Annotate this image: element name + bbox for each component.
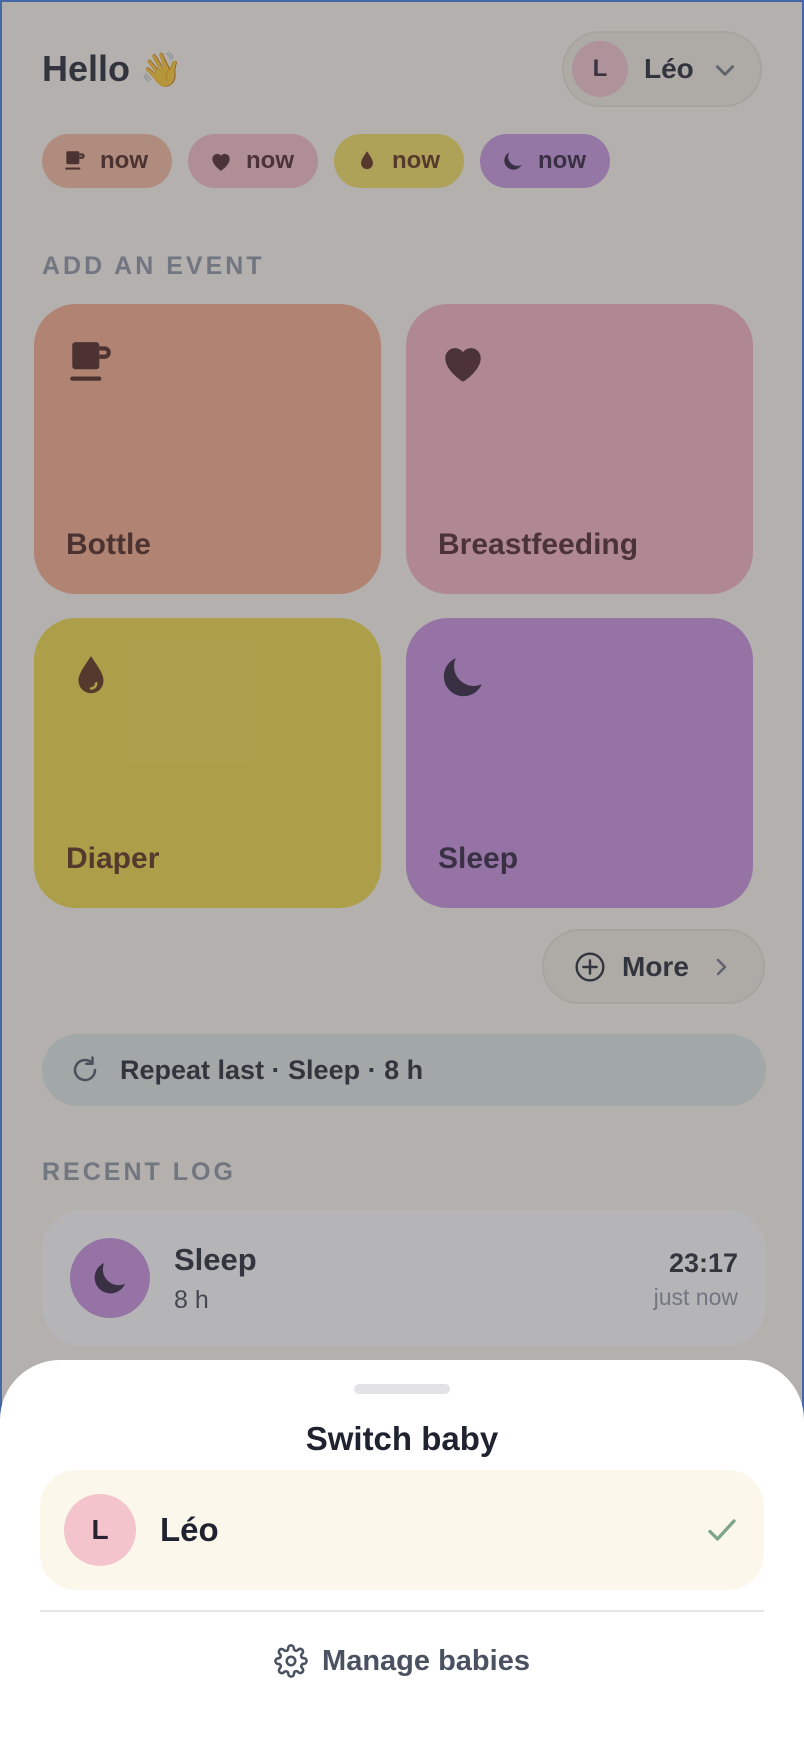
gear-icon	[274, 1644, 308, 1678]
sheet-drag-handle[interactable]	[354, 1384, 450, 1394]
manage-babies-button[interactable]: Manage babies	[0, 1636, 804, 1686]
manage-babies-label: Manage babies	[322, 1644, 530, 1677]
baby-option[interactable]: L Léo	[40, 1470, 764, 1590]
switch-baby-sheet: Switch baby L Léo Manage babies	[0, 1360, 804, 1748]
check-icon	[708, 1519, 736, 1541]
avatar: L	[64, 1494, 136, 1566]
sheet-title: Switch baby	[305, 1420, 499, 1457]
divider	[40, 1610, 764, 1612]
baby-option-name: Léo	[160, 1511, 219, 1548]
